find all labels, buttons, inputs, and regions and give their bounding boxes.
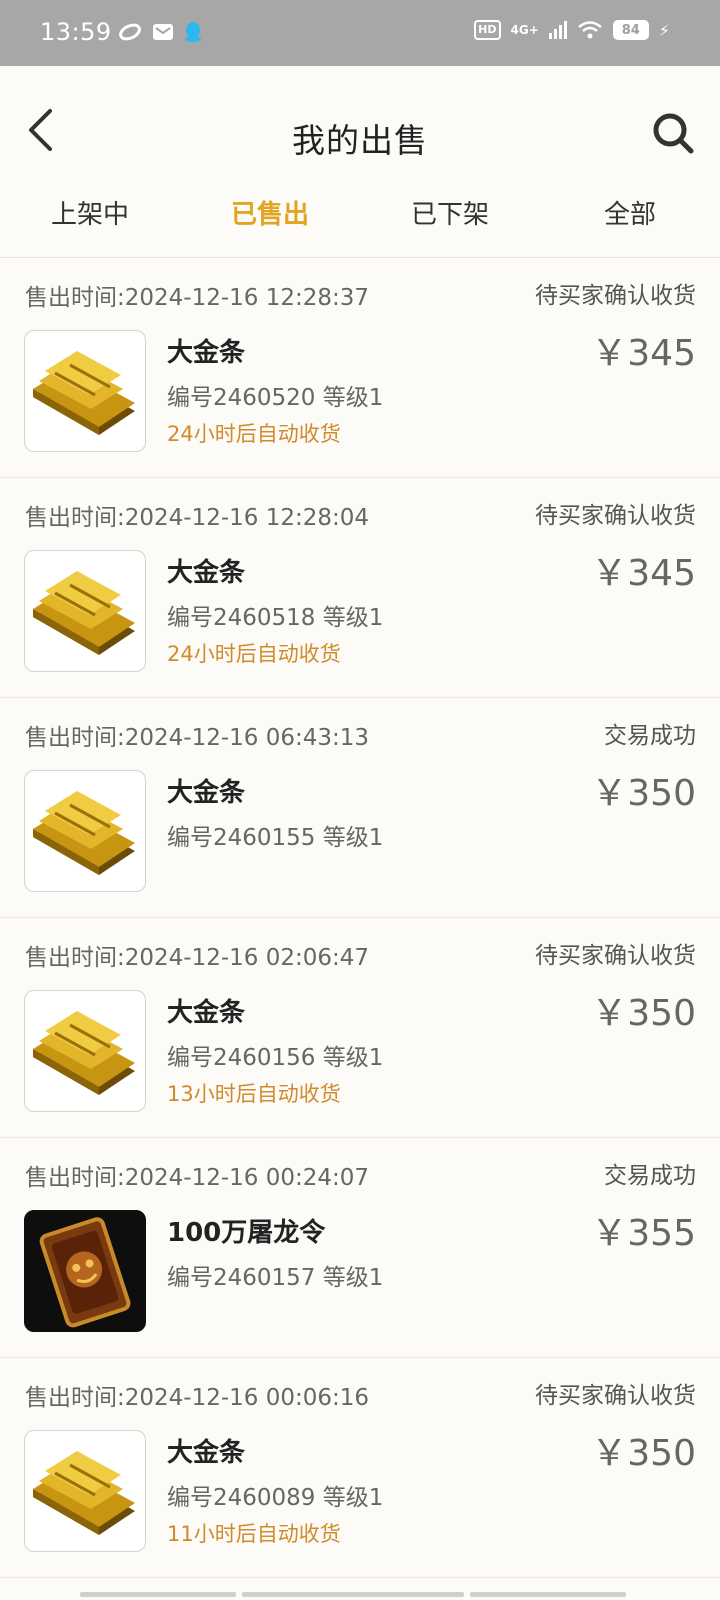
- hd-badge: HD: [474, 20, 501, 40]
- bottom-bar-segment: [470, 1592, 626, 1597]
- gold-bars-icon: [24, 1430, 146, 1552]
- tab-all[interactable]: 全部: [540, 186, 720, 257]
- order-status: 待买家确认收货: [535, 283, 696, 309]
- sold-time: 售出时间:2024-12-16 00:24:07: [25, 1165, 370, 1191]
- order-status: 交易成功: [604, 723, 696, 749]
- order-status: 待买家确认收货: [535, 943, 696, 969]
- auto-receive-note: 11小时后自动收货: [167, 1522, 341, 1546]
- signal-icon: [548, 21, 567, 39]
- tab-bar: 上架中 已售出 已下架 全部: [0, 186, 720, 258]
- item-meta: 编号2460155 等级1: [167, 825, 384, 851]
- item-price: ￥345: [591, 333, 696, 374]
- item-meta: 编号2460089 等级1: [167, 1485, 384, 1511]
- status-icons-right: HD 4G+ 84 ⚡: [474, 20, 670, 40]
- item-name: 100万屠龙令: [167, 1218, 326, 1248]
- page-title: 我的出售: [292, 121, 428, 160]
- item-price: ￥355: [591, 1213, 696, 1254]
- item-name: 大金条: [167, 338, 246, 368]
- order-status: 待买家确认收货: [535, 503, 696, 529]
- tab-sold[interactable]: 已售出: [180, 186, 360, 257]
- item-meta: 编号2460157 等级1: [167, 1265, 384, 1291]
- item-name: 大金条: [167, 778, 246, 808]
- auto-receive-note: 13小时后自动收货: [167, 1082, 341, 1106]
- gold-bars-icon: [24, 770, 146, 892]
- sales-list: 售出时间:2024-12-16 12:28:37 待买家确认收货 大金条 编号2…: [0, 258, 720, 1578]
- list-item[interactable]: 售出时间:2024-12-16 02:06:47 待买家确认收货 大金条 编号2…: [0, 918, 720, 1138]
- list-item[interactable]: 售出时间:2024-12-16 00:06:16 待买家确认收货 大金条 编号2…: [0, 1358, 720, 1578]
- gold-bars-icon: [24, 990, 146, 1112]
- mail-icon: [152, 22, 174, 42]
- item-name: 大金条: [167, 1438, 246, 1468]
- sold-time: 售出时间:2024-12-16 06:43:13: [25, 725, 370, 751]
- tab-listed[interactable]: 上架中: [0, 186, 180, 257]
- sold-time: 售出时间:2024-12-16 12:28:04: [25, 505, 370, 531]
- qq-icon: [184, 21, 202, 43]
- link-icon: [118, 21, 142, 43]
- sold-time: 售出时间:2024-12-16 00:06:16: [25, 1385, 370, 1411]
- sold-time: 售出时间:2024-12-16 02:06:47: [25, 945, 370, 971]
- item-meta: 编号2460156 等级1: [167, 1045, 384, 1071]
- dragon-token-icon: [24, 1210, 146, 1332]
- list-item[interactable]: 售出时间:2024-12-16 12:28:04 待买家确认收货 大金条 编号2…: [0, 478, 720, 698]
- status-icons-left: [118, 21, 202, 43]
- item-meta: 编号2460518 等级1: [167, 605, 384, 631]
- gold-bars-icon: [24, 330, 146, 452]
- list-item[interactable]: 售出时间:2024-12-16 12:28:37 待买家确认收货 大金条 编号2…: [0, 258, 720, 478]
- item-meta: 编号2460520 等级1: [167, 385, 384, 411]
- bottom-bar-segment: [242, 1592, 464, 1597]
- tab-delisted[interactable]: 已下架: [360, 186, 540, 257]
- item-price: ￥350: [591, 993, 696, 1034]
- search-button[interactable]: [648, 110, 698, 160]
- app-header: 我的出售: [0, 66, 720, 186]
- list-item[interactable]: 售出时间:2024-12-16 00:24:07 交易成功 100万屠龙令 编号…: [0, 1138, 720, 1358]
- status-time: 13:59: [40, 18, 112, 46]
- auto-receive-note: 24小时后自动收货: [167, 642, 341, 666]
- list-item[interactable]: 售出时间:2024-12-16 06:43:13 交易成功 大金条 编号2460…: [0, 698, 720, 918]
- bottom-bar-segment: [80, 1592, 236, 1597]
- gold-bars-icon: [24, 550, 146, 672]
- sold-time: 售出时间:2024-12-16 12:28:37: [25, 285, 370, 311]
- item-price: ￥345: [591, 553, 696, 594]
- search-icon: [652, 112, 694, 158]
- wifi-icon: [577, 20, 603, 40]
- item-price: ￥350: [591, 773, 696, 814]
- item-price: ￥350: [591, 1433, 696, 1474]
- order-status: 交易成功: [604, 1163, 696, 1189]
- battery-indicator: 84: [612, 20, 649, 40]
- status-bar: 13:59 HD 4G+ 84 ⚡: [0, 0, 720, 66]
- auto-receive-note: 24小时后自动收货: [167, 422, 341, 446]
- charging-icon: ⚡: [658, 20, 670, 40]
- item-name: 大金条: [167, 998, 246, 1028]
- item-name: 大金条: [167, 558, 246, 588]
- bottom-edge-bar: [0, 1588, 720, 1600]
- order-status: 待买家确认收货: [535, 1383, 696, 1409]
- network-label: 4G+: [510, 23, 539, 37]
